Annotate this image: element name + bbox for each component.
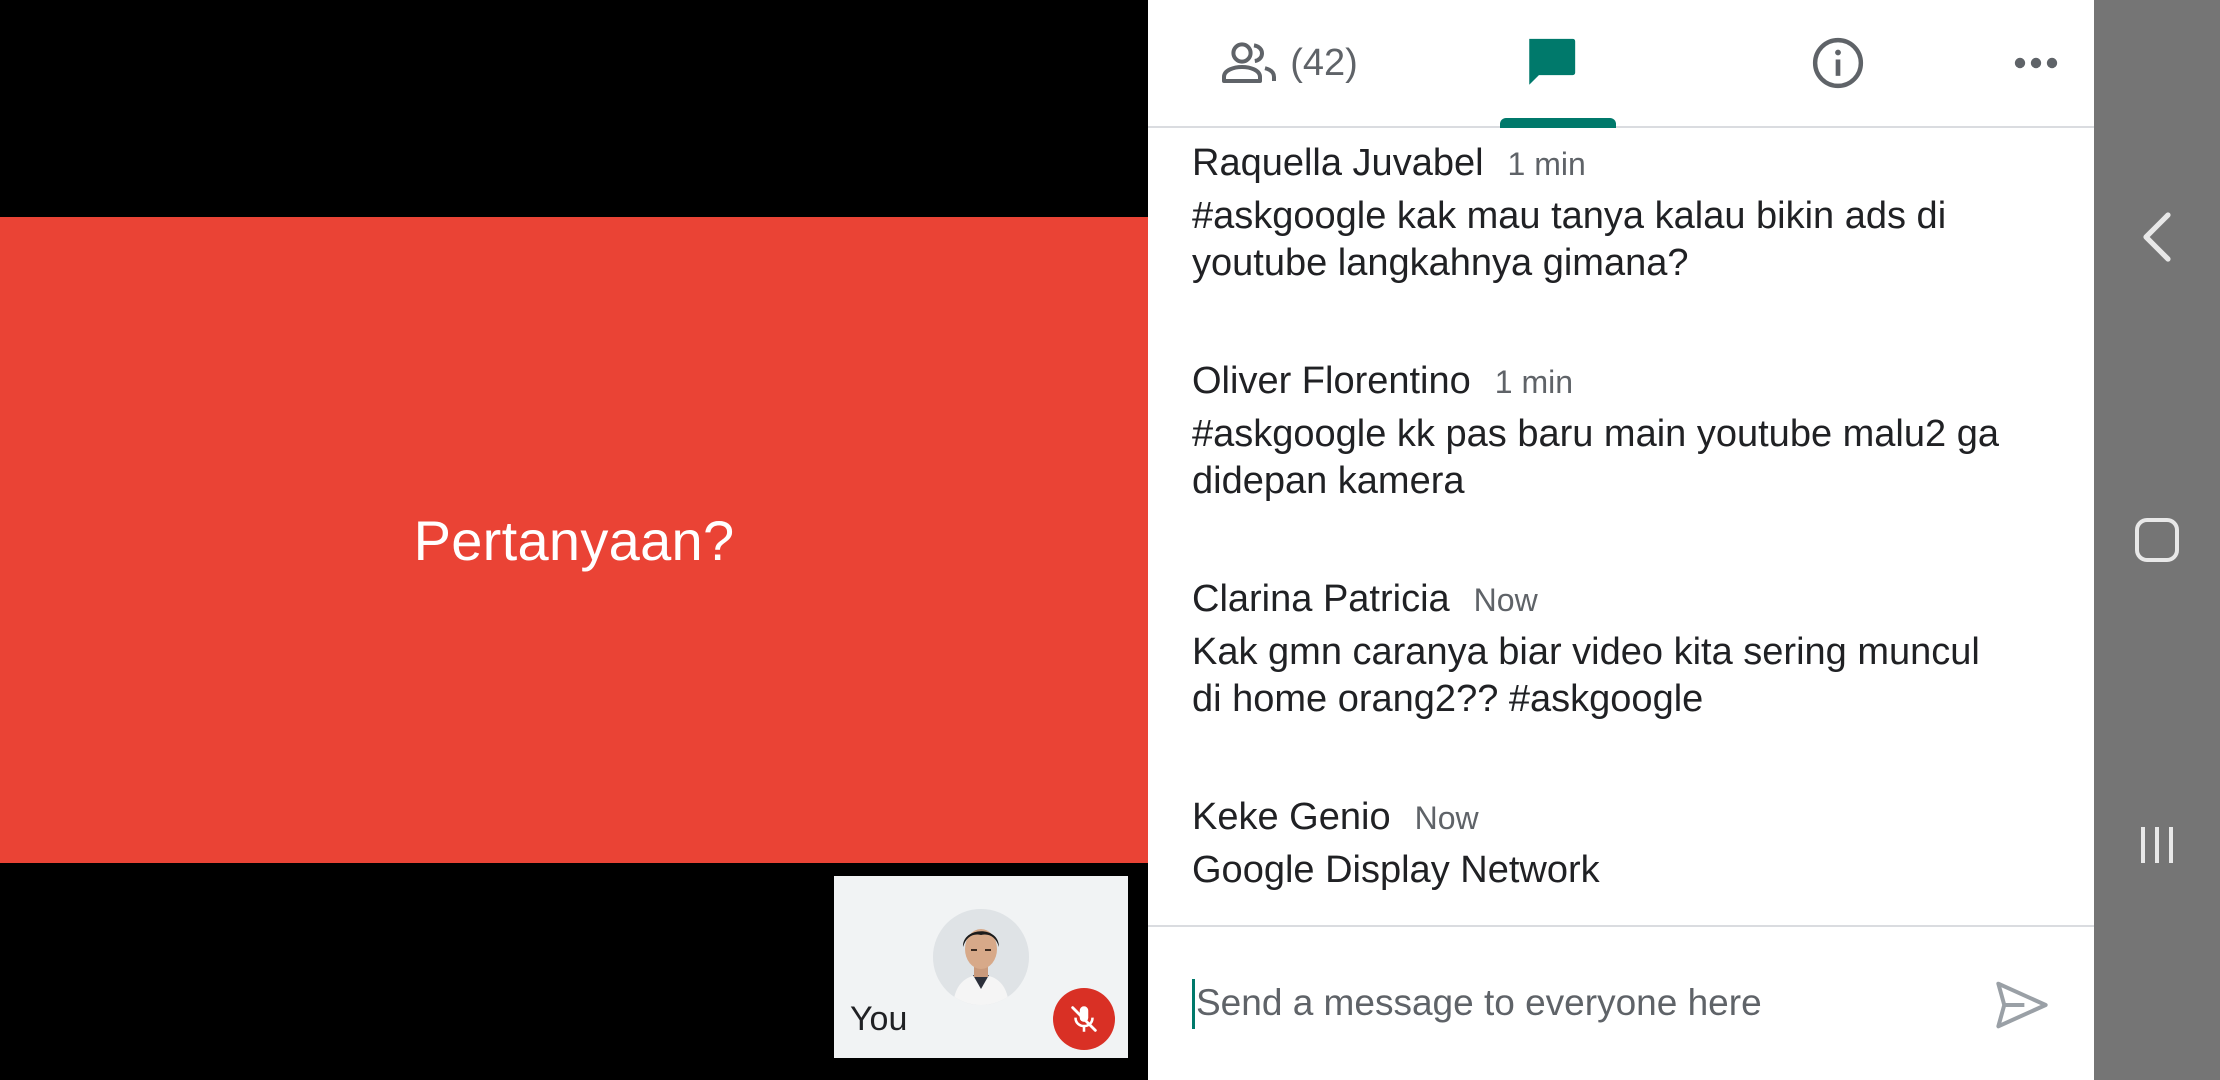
mic-muted-badge[interactable] <box>1053 988 1115 1050</box>
self-video-tile[interactable]: You <box>834 876 1128 1058</box>
avatar <box>933 909 1029 1005</box>
message-time: Now <box>1414 800 1479 836</box>
message-line: youtube langkahnya gimana? <box>1192 242 1689 284</box>
message-line: di home orang2?? #askgoogle <box>1192 678 1704 720</box>
message-text: #askgoogle kak mau tanya kalau bikin ads… <box>1192 193 2072 287</box>
panel-tabs: (42) <box>1148 0 2094 128</box>
chat-message: Clarina Patricia Now Kak gmn caranya bia… <box>1192 578 2072 723</box>
chat-message: Oliver Florentino 1 min #askgoogle kk pa… <box>1192 360 2072 505</box>
text-caret <box>1192 979 1195 1029</box>
message-time: Now <box>1473 582 1538 618</box>
message-input[interactable] <box>1192 975 1976 1031</box>
more-icon <box>2014 57 2058 69</box>
message-composer <box>1148 925 2094 1080</box>
chat-icon <box>1529 38 1576 85</box>
send-button[interactable] <box>1984 967 2060 1043</box>
send-icon <box>1996 981 2048 1029</box>
message-line: Kak gmn caranya biar video kita sering m… <box>1192 631 1980 673</box>
message-text: Kak gmn caranya biar video kita sering m… <box>1192 629 2072 723</box>
chat-message: Keke Genio Now Google Display Network <box>1192 796 2072 894</box>
back-button[interactable] <box>2094 177 2220 297</box>
message-text: Google Display Network <box>1192 847 2072 894</box>
home-button[interactable] <box>2094 480 2220 600</box>
participant-count: (42) <box>1290 41 1358 84</box>
recents-icon <box>2141 827 2173 863</box>
self-name-label: You <box>850 1000 908 1038</box>
info-icon <box>1812 37 1864 89</box>
chat-panel: (42) Raquella Juvabel 1 min #askgoogle k… <box>1148 0 2094 1080</box>
message-sender: Raquella Juvabel <box>1192 142 1484 184</box>
tab-chat[interactable] <box>1491 0 1611 126</box>
recents-button[interactable] <box>2094 785 2220 905</box>
message-line: Google Display Network <box>1192 849 1600 891</box>
slide-title: Pertanyaan? <box>413 508 735 572</box>
message-sender: Keke Genio <box>1192 796 1391 838</box>
tab-people[interactable]: (42) <box>1208 0 1368 126</box>
tab-meeting-details[interactable] <box>1796 0 1880 126</box>
message-time: 1 min <box>1507 146 1586 182</box>
people-icon <box>1222 42 1277 83</box>
message-text: #askgoogle kk pas baru main youtube malu… <box>1192 411 2072 505</box>
active-tab-indicator <box>1500 118 1616 128</box>
chat-messages[interactable]: Raquella Juvabel 1 min #askgoogle kak ma… <box>1148 128 2094 925</box>
message-line: #askgoogle kk pas baru main youtube malu… <box>1192 413 1999 455</box>
avatar-portrait <box>933 909 1029 1005</box>
chat-message: Raquella Juvabel 1 min #askgoogle kak ma… <box>1192 142 2072 287</box>
presentation-stage: Pertanyaan? You <box>0 0 1148 1080</box>
message-sender: Oliver Florentino <box>1192 360 1471 402</box>
back-icon <box>2143 212 2171 262</box>
home-icon <box>2135 518 2179 562</box>
system-navigation-bar <box>2094 0 2220 1080</box>
presented-slide: Pertanyaan? <box>0 217 1148 863</box>
message-time: 1 min <box>1494 364 1574 400</box>
message-sender: Clarina Patricia <box>1192 578 1450 620</box>
message-line: #askgoogle kak mau tanya kalau bikin ads… <box>1192 195 1947 237</box>
mic-off-icon <box>1071 1006 1097 1032</box>
more-options-button[interactable] <box>1994 0 2078 126</box>
message-line: didepan kamera <box>1192 460 1465 502</box>
